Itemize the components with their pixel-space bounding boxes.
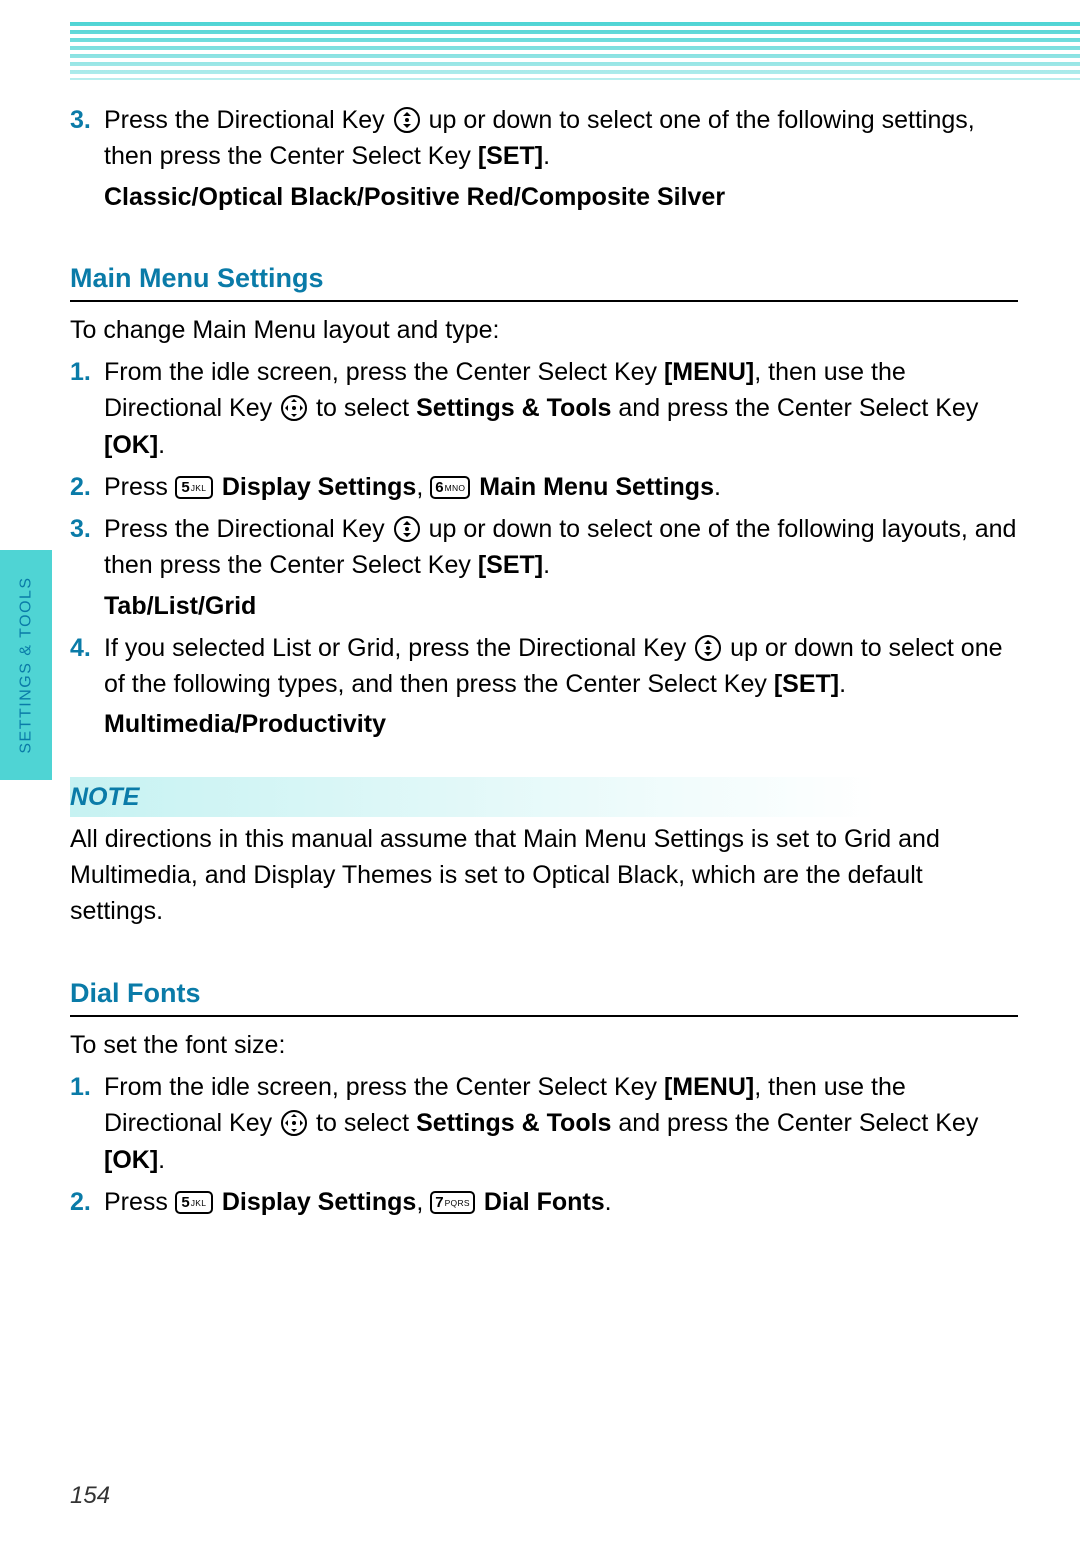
- numkey-7-icon: 7PQRS: [430, 1191, 475, 1214]
- text: .: [158, 1146, 165, 1174]
- text: If you selected List or Grid, press the …: [104, 634, 693, 662]
- digit: 7: [435, 1194, 443, 1211]
- main-menu-settings-label: Main Menu Settings: [479, 473, 714, 501]
- main-menu-step-list: From the idle screen, press the Center S…: [70, 354, 1018, 743]
- key-set: [SET]: [478, 142, 543, 170]
- text: .: [543, 142, 550, 170]
- text: .: [543, 551, 550, 579]
- prior-step-list: Press the Directional Key up or down to …: [70, 102, 1018, 215]
- key-menu: [MENU]: [664, 358, 754, 386]
- text: .: [158, 431, 165, 459]
- directional-key-updown-icon: [394, 516, 420, 542]
- main-menu-step-1: From the idle screen, press the Center S…: [70, 354, 1018, 463]
- numkey-5-icon: 5JKL: [175, 476, 213, 499]
- intro-dial-fonts: To set the font size:: [70, 1027, 1018, 1063]
- text: and press the Center Select Key: [611, 394, 978, 422]
- side-tab-label: SETTINGS & TOOLS: [14, 576, 37, 753]
- letters: MNO: [445, 483, 466, 493]
- note-block: NOTE All directions in this manual assum…: [70, 777, 1018, 930]
- text: ,: [416, 473, 430, 501]
- text: From the idle screen, press the Center S…: [104, 358, 664, 386]
- key-set: [SET]: [478, 551, 543, 579]
- text: .: [605, 1188, 612, 1216]
- key-menu: [MENU]: [664, 1073, 754, 1101]
- numkey-5-icon: 5JKL: [175, 1191, 213, 1214]
- key-ok: [OK]: [104, 431, 158, 459]
- text: .: [714, 473, 721, 501]
- key-set: [SET]: [774, 670, 839, 698]
- text: .: [839, 670, 846, 698]
- note-text: All directions in this manual assume tha…: [70, 821, 1018, 930]
- dial-fonts-label: Dial Fonts: [484, 1188, 605, 1216]
- directional-key-updown-icon: [394, 107, 420, 133]
- directional-key-all-icon: [281, 395, 307, 421]
- side-tab: SETTINGS & TOOLS: [0, 550, 52, 780]
- manual-page: SETTINGS & TOOLS Press the Directional K…: [0, 0, 1080, 1566]
- page-number: 154: [70, 1479, 110, 1514]
- prior-step-3: Press the Directional Key up or down to …: [70, 102, 1018, 215]
- text: Press the Directional Key: [104, 515, 392, 543]
- text: Press the Directional Key: [104, 106, 392, 134]
- text: From the idle screen, press the Center S…: [104, 1073, 664, 1101]
- digit: 5: [181, 479, 189, 496]
- text: Press: [104, 473, 175, 501]
- numkey-6-icon: 6MNO: [430, 476, 470, 499]
- settings-tools-label: Settings & Tools: [416, 1109, 611, 1137]
- directional-key-updown-icon: [695, 635, 721, 661]
- main-menu-step-4: If you selected List or Grid, press the …: [70, 630, 1018, 743]
- theme-options: Classic/Optical Black/Positive Red/Compo…: [104, 179, 1018, 215]
- letters: JKL: [191, 1198, 207, 1208]
- intro-main-menu: To change Main Menu layout and type:: [70, 312, 1018, 348]
- directional-key-all-icon: [281, 1110, 307, 1136]
- digit: 5: [181, 1194, 189, 1211]
- key-ok: [OK]: [104, 1146, 158, 1174]
- dial-fonts-step-1: From the idle screen, press the Center S…: [70, 1069, 1018, 1178]
- main-menu-step-3: Press the Directional Key up or down to …: [70, 511, 1018, 624]
- page-content: Press the Directional Key up or down to …: [70, 96, 1018, 1506]
- note-label: NOTE: [70, 777, 1018, 817]
- heading-dial-fonts: Dial Fonts: [70, 974, 1018, 1017]
- text: to select: [309, 1109, 416, 1137]
- display-settings-label: Display Settings: [222, 1188, 417, 1216]
- settings-tools-label: Settings & Tools: [416, 394, 611, 422]
- text: ,: [416, 1188, 430, 1216]
- main-menu-step-2: Press 5JKL Display Settings, 6MNO Main M…: [70, 469, 1018, 505]
- letters: PQRS: [445, 1198, 470, 1208]
- layout-options: Tab/List/Grid: [104, 588, 1018, 624]
- display-settings-label: Display Settings: [222, 473, 417, 501]
- text: Press: [104, 1188, 175, 1216]
- letters: JKL: [191, 483, 207, 493]
- text: to select: [309, 394, 416, 422]
- heading-main-menu-settings: Main Menu Settings: [70, 259, 1018, 302]
- dial-fonts-step-list: From the idle screen, press the Center S…: [70, 1069, 1018, 1220]
- digit: 6: [435, 479, 443, 496]
- header-decoration: [70, 22, 1080, 80]
- dial-fonts-step-2: Press 5JKL Display Settings, 7PQRS Dial …: [70, 1184, 1018, 1220]
- text: and press the Center Select Key: [611, 1109, 978, 1137]
- type-options: Multimedia/Productivity: [104, 706, 1018, 742]
